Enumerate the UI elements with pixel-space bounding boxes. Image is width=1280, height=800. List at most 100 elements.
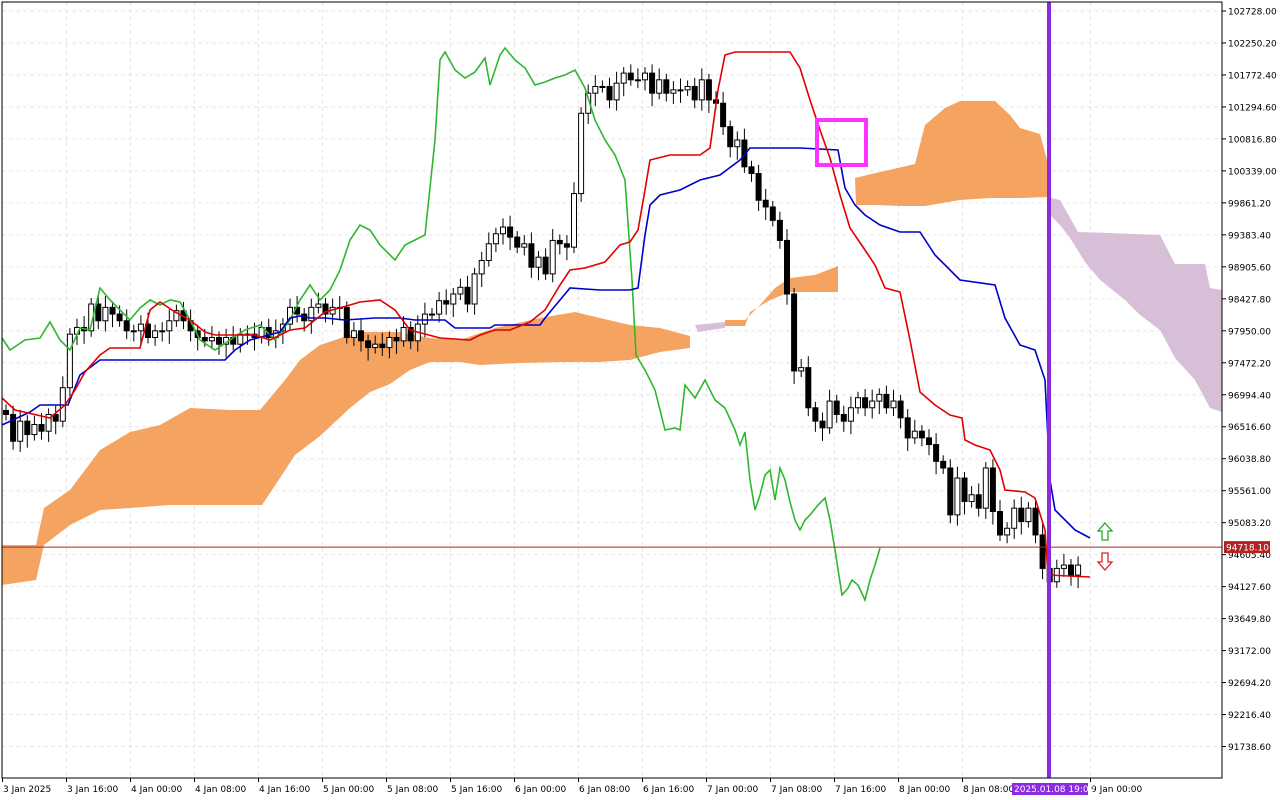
candle-bear <box>542 256 549 275</box>
y-tick-label: 96038.80 <box>1228 455 1271 465</box>
candle-bull <box>620 72 627 84</box>
candle-bull <box>478 260 485 275</box>
candle-bull <box>315 303 322 308</box>
candle-bull <box>500 226 506 235</box>
candle-bear <box>961 477 968 502</box>
candle-bear <box>840 413 847 422</box>
x-tick-label: 3 Jan 2025 <box>3 785 51 795</box>
candle-bear <box>975 494 982 509</box>
candle-bear <box>755 173 762 201</box>
candle-bull <box>578 112 585 195</box>
x-tick-label: 6 Jan 08:00 <box>579 785 631 795</box>
candle-bull <box>492 233 499 245</box>
candle-bull <box>869 400 876 409</box>
candle-bull <box>31 424 38 436</box>
x-tick-label: 5 Jan 08:00 <box>387 785 439 795</box>
candle-bear <box>116 313 123 322</box>
candle-bear <box>897 400 904 419</box>
candle-bull <box>17 420 24 442</box>
candle-bear <box>379 343 386 349</box>
candle-bull <box>677 89 684 92</box>
y-tick-label: 95083.20 <box>1228 519 1271 529</box>
candle-bull <box>954 477 961 516</box>
y-tick-label: 100339.00 <box>1228 167 1277 177</box>
y-tick-label: 92216.40 <box>1228 711 1271 721</box>
candle-bull <box>429 313 435 316</box>
candle-bear <box>1039 534 1046 569</box>
candle-bull <box>152 330 159 338</box>
candle-bull <box>457 286 464 295</box>
y-tick-label: 102250.20 <box>1228 39 1277 49</box>
x-tick-label: 5 Jan 16:00 <box>451 785 503 795</box>
x-tick-label: 8 Jan 00:00 <box>899 785 951 795</box>
candle-bull <box>535 256 542 268</box>
candle-bull <box>549 239 556 275</box>
x-tick-label: 5 Jan 00:00 <box>323 785 375 795</box>
candle-bear <box>904 417 911 439</box>
candle-bull <box>400 326 407 342</box>
candle-bull <box>1075 564 1082 576</box>
candle-bull <box>656 79 663 94</box>
candle-bear <box>791 293 798 372</box>
y-tick-label: 101772.40 <box>1228 71 1277 81</box>
candle-bear <box>691 85 698 101</box>
candle-bear <box>947 467 954 516</box>
y-tick-label: 95561.00 <box>1228 487 1271 497</box>
y-tick-label: 93649.80 <box>1228 615 1271 625</box>
candle-bull <box>372 343 379 349</box>
candle-bear <box>705 79 712 101</box>
candle-bull <box>684 85 691 91</box>
candle-bear <box>748 166 755 175</box>
y-tick-label: 99861.20 <box>1228 199 1271 209</box>
current-price-tag: 94718.10 <box>1224 541 1270 554</box>
candle-bear <box>819 420 826 429</box>
candle-bear <box>812 407 819 422</box>
candle-bull <box>485 243 492 262</box>
x-tick-label: 4 Jan 08:00 <box>195 785 247 795</box>
candle-bull <box>571 193 577 248</box>
x-tick-label: 8 Jan 08:00 <box>963 785 1015 795</box>
y-tick-label: 96994.40 <box>1228 391 1271 401</box>
candle-bull <box>436 300 443 315</box>
y-tick-label: 96516.60 <box>1228 423 1271 433</box>
candle-bear <box>556 239 563 245</box>
candle-bull <box>734 139 741 148</box>
candle-bear <box>365 340 372 349</box>
candle-bear <box>38 424 45 432</box>
candle-bull <box>1004 527 1011 536</box>
candle-bull <box>137 323 144 332</box>
candle-bull <box>450 293 457 305</box>
candle-bear <box>3 409 9 415</box>
price-tag-label: 94718.10 <box>1226 544 1269 554</box>
candle-bull <box>66 333 73 389</box>
candle-bear <box>762 199 769 208</box>
candle-bear <box>769 206 776 221</box>
ichimoku-price-chart[interactable]: 102728.00 102250.20 101772.40 101294.60 1008… <box>0 0 1280 800</box>
candle-bull <box>890 400 897 409</box>
candle-bull <box>521 243 528 248</box>
y-tick-label: 93172.00 <box>1228 647 1271 657</box>
candle-bear <box>528 243 535 268</box>
time-tag-label: 2025.01.08 19:00 <box>1014 785 1095 795</box>
candle-bear <box>776 219 783 241</box>
x-tick-label: 3 Jan 16:00 <box>67 785 119 795</box>
candle-bull <box>642 72 648 81</box>
candle-bull <box>847 407 854 422</box>
candle-bear <box>940 460 947 469</box>
candle-bear <box>216 336 222 345</box>
candle-bear <box>1018 507 1025 523</box>
candle-bull <box>634 79 641 82</box>
candle-bear <box>784 239 790 295</box>
candle-bear <box>627 72 634 81</box>
candle-bull <box>670 89 677 94</box>
y-tick-label: 102728.00 <box>1228 8 1277 18</box>
x-tick-label: 7 Jan 08:00 <box>771 785 823 795</box>
candle-bear <box>649 72 656 94</box>
candle-bull <box>1011 507 1018 529</box>
chart-canvas[interactable]: 102728.00 102250.20 101772.40 101294.60 1008… <box>0 0 1280 800</box>
candle-bear <box>1032 507 1039 536</box>
candle-bear <box>464 286 471 305</box>
candle-bull <box>208 336 215 342</box>
candle-bear <box>997 511 1003 536</box>
candle-bear <box>201 336 208 342</box>
